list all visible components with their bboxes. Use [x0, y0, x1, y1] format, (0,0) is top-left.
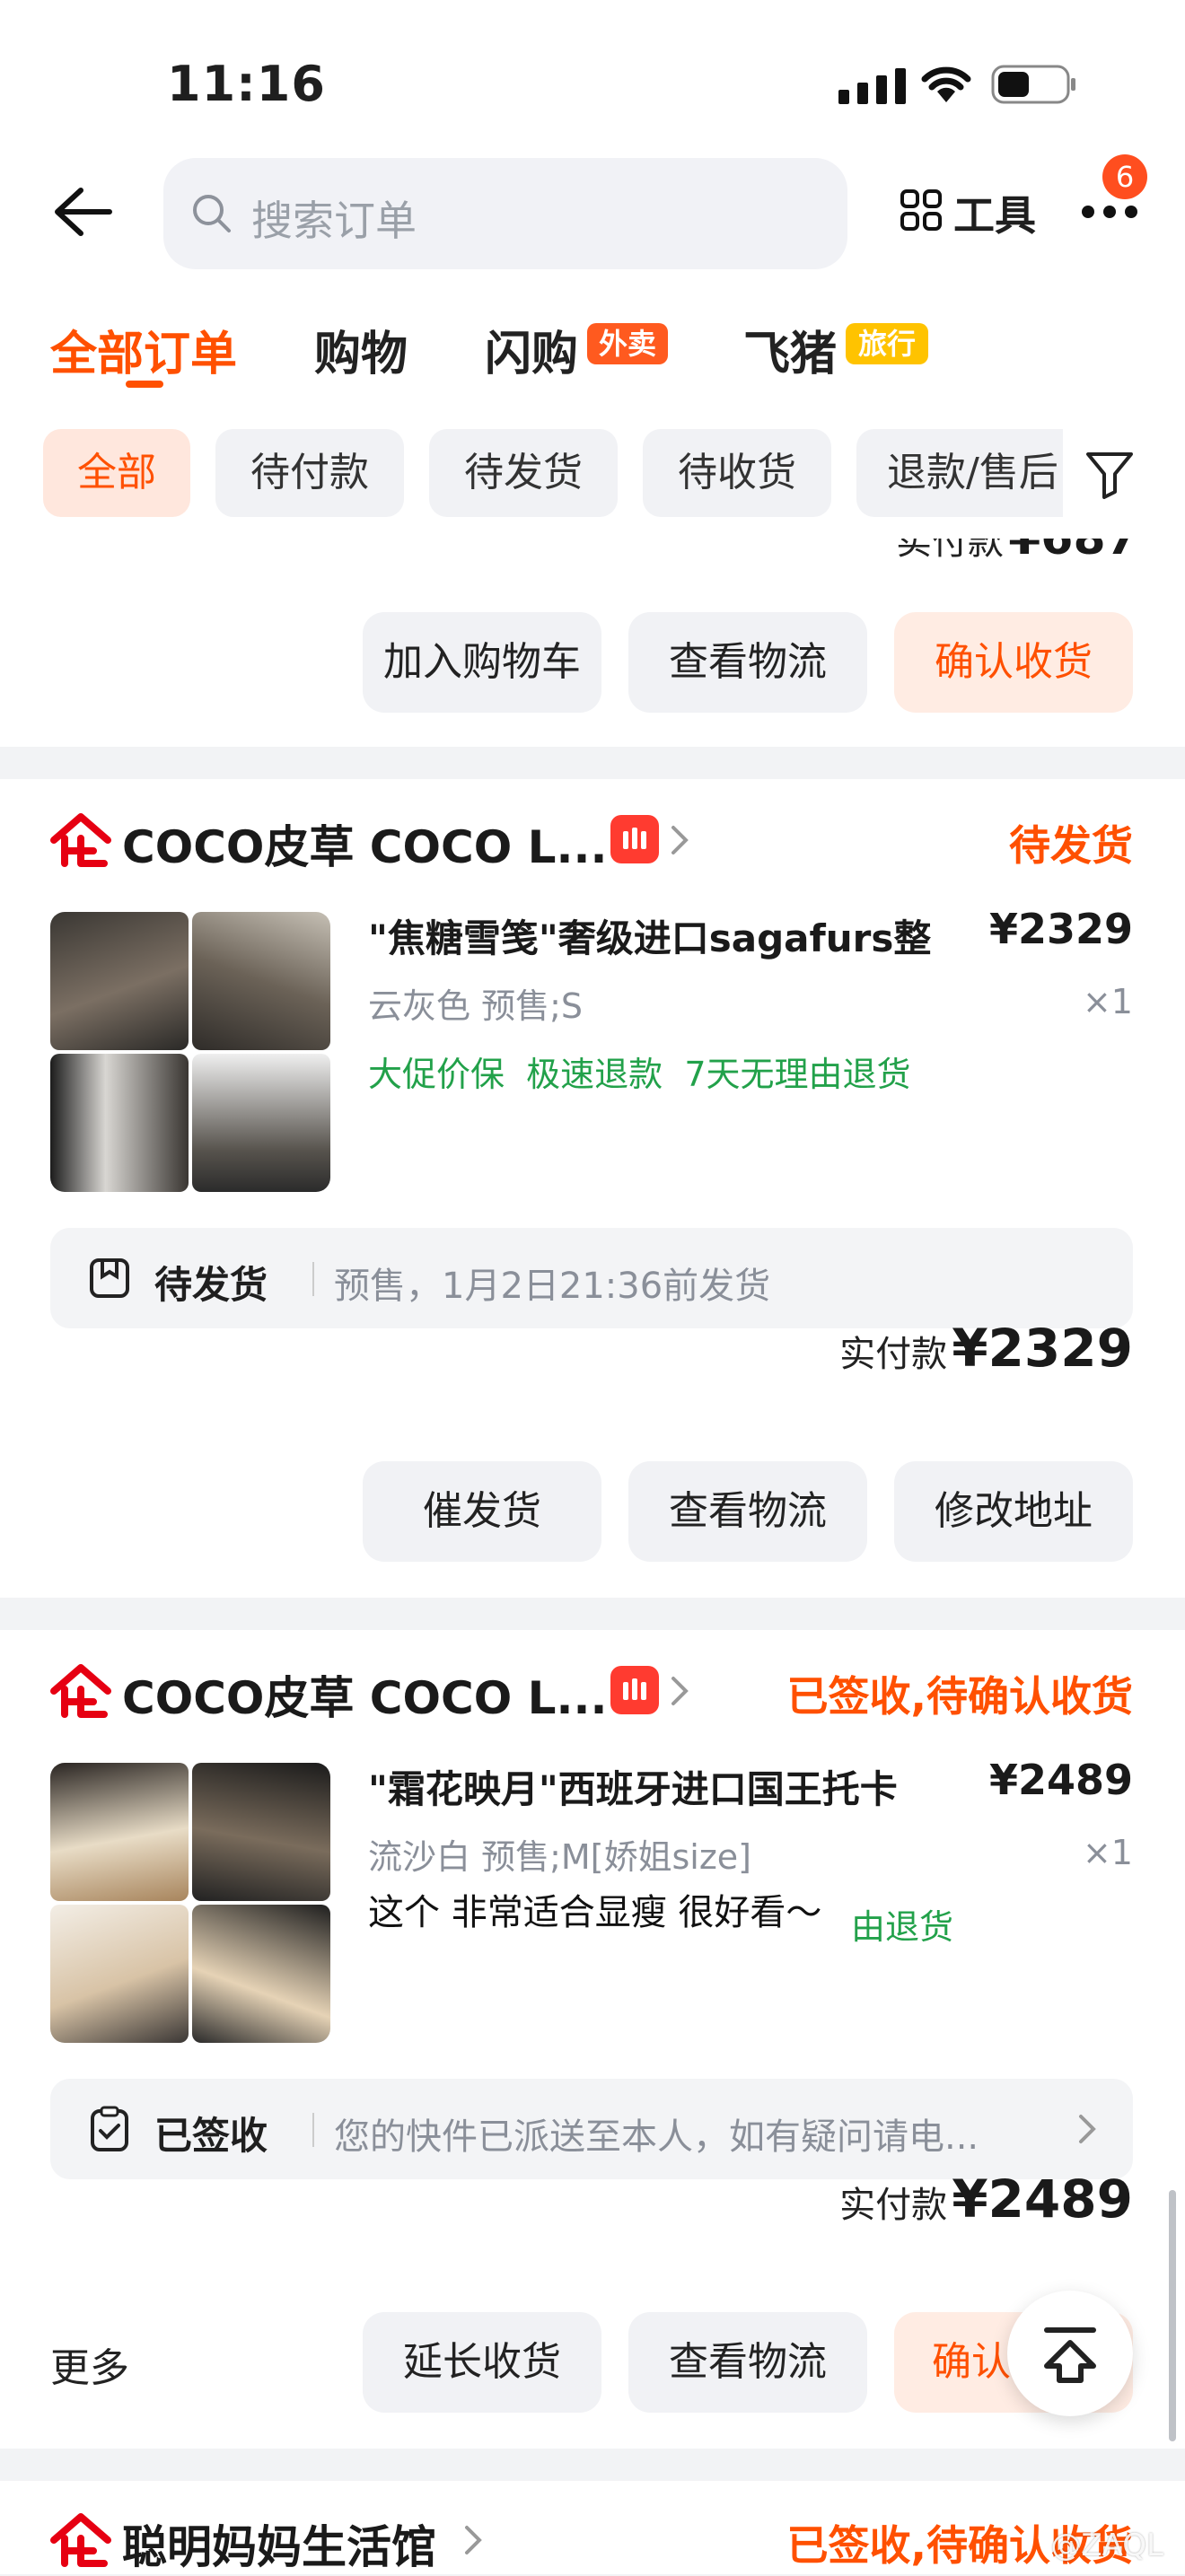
shop-name[interactable]: COCO皮草 COCO L...: [122, 1662, 607, 1727]
shop-logo-icon: [50, 813, 111, 867]
confirm-receipt-button[interactable]: 确认收货: [894, 612, 1133, 713]
tab-flash-buy[interactable]: 闪购: [485, 316, 578, 383]
view-logistics-button[interactable]: 查看物流: [628, 1461, 867, 1562]
tab-tag-travel: 旅行: [846, 323, 928, 364]
urge-shipment-button[interactable]: 催发货: [363, 1461, 601, 1562]
shop-name[interactable]: COCO皮草 COCO L...: [122, 811, 607, 876]
tools-label: 工具: [953, 191, 1036, 240]
paid-amount: ¥2329: [952, 1318, 1133, 1379]
back-to-top-button[interactable]: [1007, 2291, 1133, 2416]
live-icon: [610, 1666, 659, 1714]
paid-amount: ¥2489: [952, 2169, 1133, 2230]
product-image[interactable]: [50, 912, 330, 1192]
paid-label: 实付款: [839, 2185, 948, 2226]
filter-all[interactable]: 全部: [43, 429, 190, 517]
info-text: 预售，1月2日21:36前发货: [334, 1266, 771, 1307]
order-card[interactable]: COCO皮草 COCO L... 待发货 "焦糖雪笺"奢级进口sagafurs整…: [0, 779, 1185, 1598]
product-qty: ×1: [1082, 982, 1133, 1021]
chevron-right-icon: [670, 1675, 689, 1707]
clipboard-check-icon: [90, 2106, 129, 2152]
chevron-right-icon: [463, 2524, 483, 2556]
shipping-info-bar[interactable]: 待发货 预售，1月2日21:36前发货: [50, 1228, 1133, 1328]
tab-all-orders[interactable]: 全部订单: [50, 316, 237, 383]
product-sku: 云灰色 预售;S: [368, 986, 584, 1026]
header: 11:16 搜索订单 工具 6 全部订单 购物 闪购 外卖 飞猪 旅行 全部 待…: [0, 0, 1185, 539]
info-divider: [312, 1262, 314, 1296]
partial-paid-row: 实付款 ¥687: [896, 539, 1138, 565]
filter-chip-clip: 退款/售后: [856, 429, 1063, 517]
shop-logo-icon: [50, 1664, 111, 1718]
product-image[interactable]: [50, 1763, 330, 2043]
order-status: 待发货: [1009, 821, 1133, 870]
order-card-partial: 实付款 ¥687 加入购物车 查看物流 确认收货: [0, 539, 1185, 747]
service-tags: 大促价保 极速退款 7天无理由退货: [368, 1055, 911, 1094]
product-price: ¥2489: [988, 1756, 1133, 1804]
grid-icon: [900, 188, 943, 232]
battery-icon: [991, 65, 1077, 104]
tab-active-indicator: [126, 381, 163, 388]
order-card-next[interactable]: 聪明妈妈生活馆 已签收,待确认收货 @ZAQL: [0, 2481, 1185, 2574]
wifi-icon: [919, 63, 973, 104]
filter-refund[interactable]: 退款/售后: [856, 429, 1063, 517]
paid-amount: ¥687: [1008, 539, 1138, 565]
view-logistics-button[interactable]: 查看物流: [628, 2312, 867, 2413]
product-price: ¥2329: [988, 905, 1133, 953]
more-link[interactable]: 更多: [50, 2335, 129, 2393]
info-divider: [312, 2113, 314, 2147]
back-button[interactable]: [50, 185, 115, 239]
product-qty: ×1: [1082, 1833, 1133, 1872]
partial-paid-clip: 实付款 ¥687: [880, 539, 1149, 574]
tab-shopping[interactable]: 购物: [314, 316, 408, 383]
info-title: 待发货: [154, 1263, 268, 1307]
arrow-up-icon: [1044, 2327, 1096, 2383]
scrollbar-thumb[interactable]: [1169, 2190, 1176, 2441]
filter-pending-shipment[interactable]: 待发货: [429, 429, 618, 517]
filter-pending-payment[interactable]: 待付款: [215, 429, 404, 517]
package-icon: [88, 1257, 131, 1300]
extend-receipt-button[interactable]: 延长收货: [363, 2312, 601, 2413]
chevron-right-icon: [670, 824, 689, 856]
filter-pending-receipt[interactable]: 待收货: [643, 429, 831, 517]
info-title: 已签收: [154, 2114, 268, 2158]
shop-name[interactable]: 聪明妈妈生活馆: [122, 2511, 436, 2576]
delivery-info-bar[interactable]: 已签收 您的快件已派送至本人，如有疑问请电...: [50, 2079, 1133, 2179]
add-to-cart-button[interactable]: 加入购物车: [363, 612, 601, 713]
paid-row: 实付款 ¥2329: [839, 1318, 1133, 1379]
product-title[interactable]: "焦糖雪笺"奢级进口sagafurs整: [368, 908, 931, 963]
shop-logo-icon: [50, 2513, 111, 2567]
watermark: @ZAQL: [1050, 2528, 1163, 2563]
product-title[interactable]: "霜花映月"西班牙进口国王托卡: [368, 1759, 898, 1814]
product-sku: 流沙白 预售;M[娇姐size]: [368, 1837, 751, 1877]
tab-fliggy[interactable]: 飞猪: [743, 316, 837, 383]
view-logistics-button[interactable]: 查看物流: [628, 612, 867, 713]
info-text: 您的快件已派送至本人，如有疑问请电...: [334, 2116, 979, 2158]
modify-address-button[interactable]: 修改地址: [894, 1461, 1133, 1562]
order-status: 已签收,待确认收货: [786, 1672, 1133, 1721]
message-badge: 6: [1102, 154, 1147, 199]
live-icon: [610, 815, 659, 863]
paid-label: 实付款: [839, 1334, 948, 1375]
signal-icon: [838, 68, 907, 104]
filter-icon[interactable]: [1083, 449, 1137, 499]
paid-label: 实付款: [896, 539, 1004, 563]
chevron-right-icon: [1077, 2113, 1097, 2145]
search-placeholder: 搜索订单: [251, 197, 417, 245]
user-comment-overlay: 这个 非常适合显瘦 很好看～: [368, 1883, 828, 1935]
paid-row: 实付款 ¥2489: [839, 2169, 1133, 2230]
more-button[interactable]: [1081, 201, 1138, 223]
service-tags-partial: 由退货: [851, 1907, 954, 1947]
status-time: 11:16: [167, 56, 326, 112]
search-icon: [190, 192, 233, 235]
tab-tag-takeout: 外卖: [587, 323, 668, 364]
